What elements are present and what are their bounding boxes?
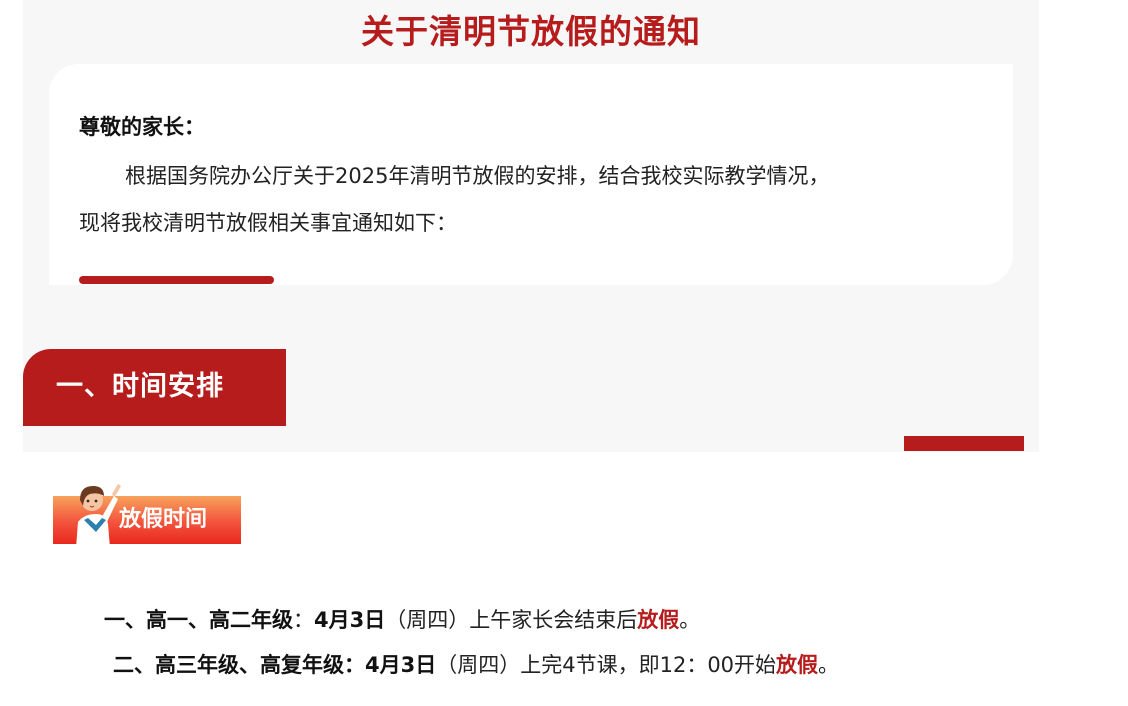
schedule-item-1-weekday: （周四） bbox=[385, 608, 470, 632]
intro-paragraph-line-2: 现将我校清明节放假相关事宜通知如下： bbox=[79, 211, 457, 235]
schedule-item-1-sep: ： bbox=[293, 608, 314, 632]
holiday-time-tag-label: 放假时间 bbox=[119, 507, 208, 532]
schedule-item-1: 一、高一、高二年级：4月3日（周四）上午家长会结束后放假。 bbox=[104, 602, 700, 638]
schedule-item-2-highlight: 放假 bbox=[776, 653, 819, 677]
schedule-item-1-label: 一、高一、高二年级 bbox=[104, 608, 293, 632]
schedule-item-2: 二、高三年级、高复年级：4月3日（周四）上完4节课，即12：00开始放假。 bbox=[113, 647, 839, 683]
schedule-item-2-weekday: （周四） bbox=[436, 653, 521, 677]
notice-title: 关于清明节放假的通知 bbox=[361, 12, 701, 51]
intro-paragraph: 根据国务院办公厅关于2025年清明节放假的安排，结合我校实际教学情况， 现将我校… bbox=[79, 153, 989, 247]
schedule-item-1-date: 4月3日 bbox=[314, 608, 386, 632]
schedule-item-2-end: 。 bbox=[818, 653, 840, 677]
schedule-item-2-date: 4月3日 bbox=[365, 653, 437, 677]
section-heading: 一、时间安排 bbox=[56, 371, 224, 402]
section-divider-bar bbox=[904, 436, 1024, 451]
schedule-item-2-detail: 上完4节课，即12：00开始 bbox=[520, 653, 777, 677]
schedule-item-1-detail: 上午家长会结束后 bbox=[469, 608, 638, 632]
schedule-item-2-label: 二、高三年级、高复年级： bbox=[113, 653, 365, 677]
schedule-item-1-highlight: 放假 bbox=[637, 608, 680, 632]
card-bottom-bar bbox=[79, 276, 274, 284]
greeting: 尊敬的家长： bbox=[79, 115, 205, 139]
intro-paragraph-line-1: 根据国务院办公厅关于2025年清明节放假的安排，结合我校实际教学情况， bbox=[125, 164, 830, 188]
schedule-item-1-end: 。 bbox=[679, 608, 701, 632]
